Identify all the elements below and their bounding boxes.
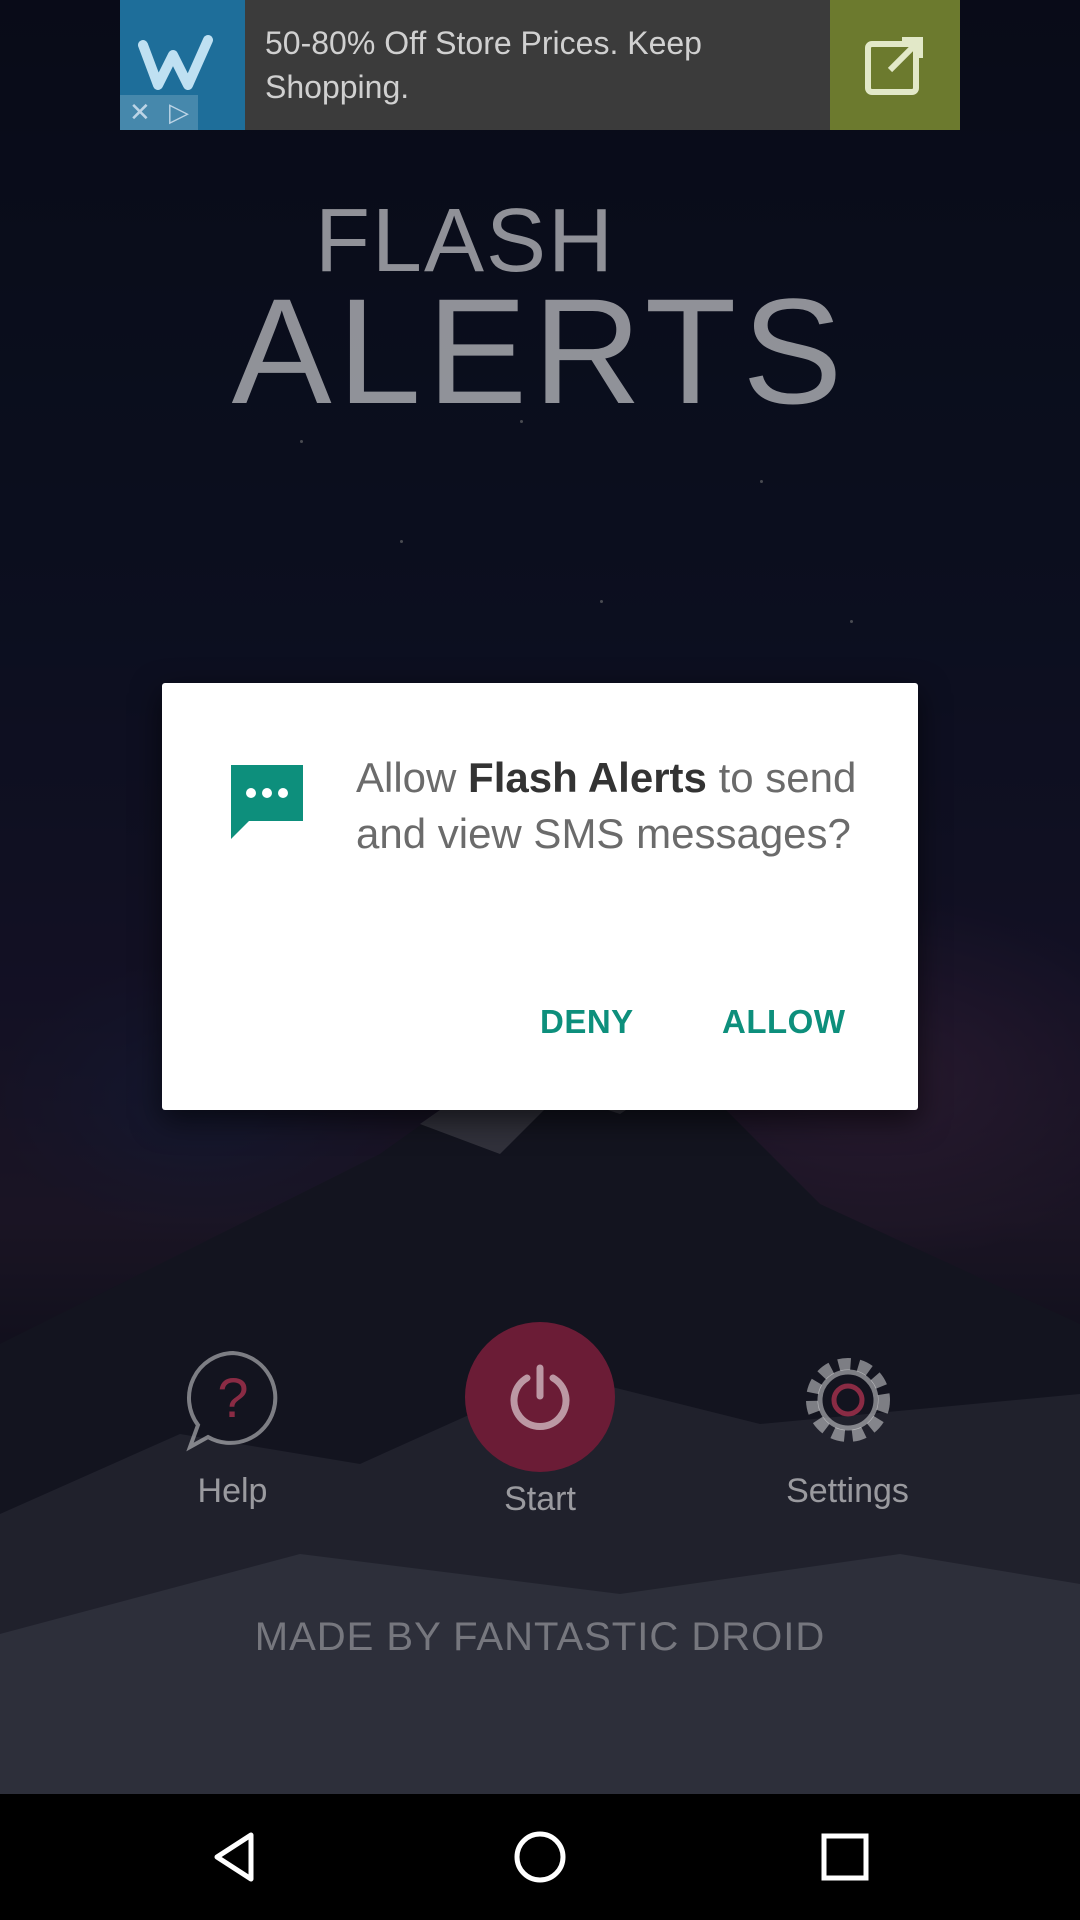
credit-text: MADE BY FANTASTIC DROID [254, 1615, 826, 1659]
dialog-message-prefix: Allow [356, 754, 469, 801]
allow-button[interactable]: ALLOW [722, 1003, 845, 1041]
settings-button[interactable]: Settings [770, 1345, 925, 1511]
dialog-message: Allow Flash Alerts to send and view SMS … [356, 750, 876, 862]
permission-dialog: Allow Flash Alerts to send and view SMS … [162, 683, 918, 1110]
settings-label: Settings [786, 1472, 909, 1510]
ad-text: 50-80% Off Store Prices. Keep Shopping. [265, 25, 702, 105]
system-navigation-bar [0, 1794, 1080, 1920]
back-icon[interactable] [205, 1827, 265, 1887]
close-icon[interactable]: ✕ [129, 97, 151, 128]
recents-icon[interactable] [815, 1827, 875, 1887]
gear-icon [805, 1358, 890, 1442]
app-title-large: ALERTS [231, 267, 849, 435]
help-label: Help [197, 1472, 268, 1510]
start-label: Start [504, 1480, 576, 1518]
power-icon [465, 1322, 615, 1472]
sms-icon [231, 765, 303, 839]
start-button[interactable]: Start [465, 1322, 615, 1519]
help-icon: ? [185, 1350, 277, 1452]
dialog-app-name: Flash Alerts [468, 754, 707, 801]
home-icon[interactable] [510, 1827, 570, 1887]
adchoices-icon[interactable]: ▷ [169, 97, 189, 128]
ad-close-controls[interactable]: ✕ ▷ [120, 95, 198, 130]
deny-button[interactable]: DENY [540, 1003, 634, 1041]
help-button[interactable]: ? Help [170, 1345, 295, 1511]
open-external-icon[interactable] [830, 0, 960, 130]
ad-banner[interactable]: 50-80% Off Store Prices. Keep Shopping. [120, 0, 960, 130]
svg-text:?: ? [217, 1366, 248, 1429]
